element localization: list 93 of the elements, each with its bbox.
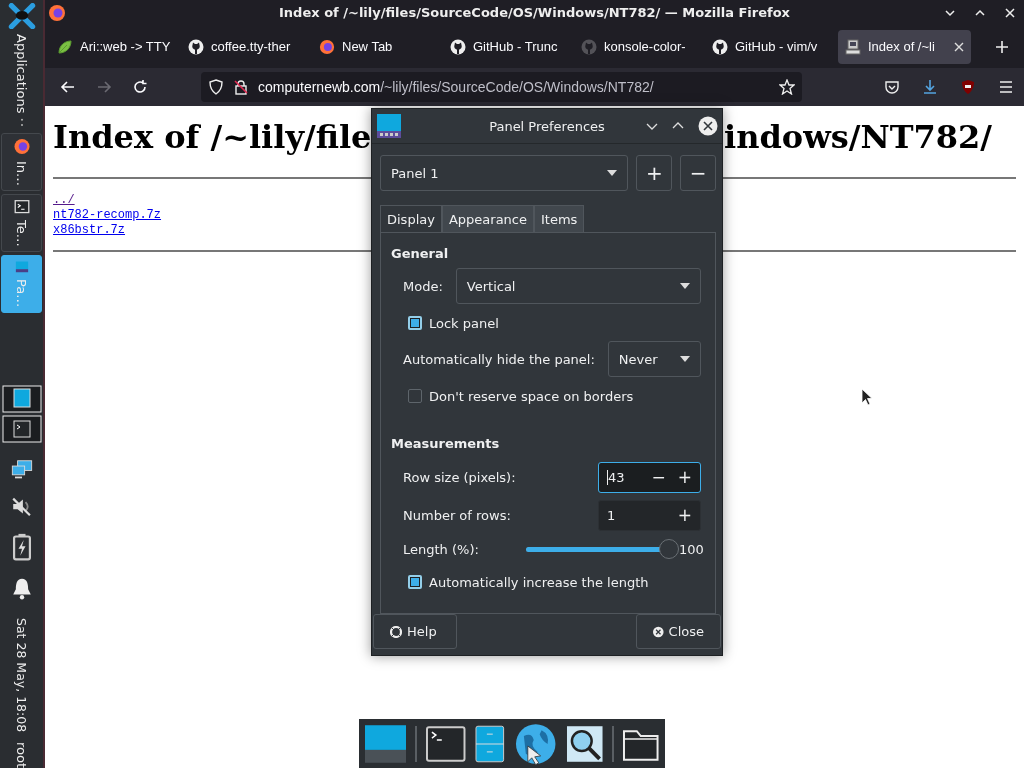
clock[interactable]: Sat 28 May, 18:08 [14, 617, 29, 732]
close-tab-icon[interactable] [954, 41, 964, 52]
checkbox[interactable] [408, 575, 422, 590]
close-icon[interactable] [698, 116, 718, 137]
desktop-icon[interactable] [365, 724, 407, 763]
field-label: Row size (pixels): [403, 469, 516, 485]
applications-menu[interactable]: Applications [14, 34, 29, 114]
window-title: Index of /~lily/files/SourceCode/OS/Windows/NT782/ — Mozilla Firefox [279, 5, 790, 20]
pocket-icon[interactable] [884, 79, 900, 95]
spin-box[interactable]: 1 + [598, 499, 701, 531]
panel-icon [377, 114, 401, 139]
dropdown[interactable]: Vertical [455, 268, 701, 305]
browser-tab[interactable]: Index of /~li [838, 29, 971, 64]
page-heading: indows/NT782/ [724, 118, 992, 156]
file-link[interactable]: x86bstr.7z [53, 223, 125, 238]
field-label: Mode: [403, 278, 443, 294]
address-bar[interactable]: computernewb.com/~lily/files/SourceCode/OS/Windows/NT782/ [201, 72, 802, 102]
computer-icon [845, 38, 861, 55]
new-tab-icon[interactable] [995, 39, 1009, 54]
task-button[interactable]: In… [1, 132, 42, 191]
menu-icon[interactable] [998, 79, 1014, 95]
dropdown-arrow-icon [680, 283, 690, 290]
dropdown-arrow-icon [680, 356, 690, 363]
battery-icon[interactable] [10, 532, 33, 561]
panel-dropdown[interactable]: Panel 1 [380, 155, 629, 192]
mouse-logo-icon[interactable] [6, 3, 37, 30]
reload-icon[interactable] [132, 79, 148, 95]
mouse-pointer-icon [861, 388, 873, 406]
help-button[interactable]: Help [373, 614, 457, 650]
back-icon[interactable] [60, 79, 76, 95]
field-label: Number of rows: [403, 507, 511, 523]
browser-tab[interactable]: Ari::web -> TTY [50, 29, 178, 64]
handle-icon [19, 117, 24, 127]
step-button[interactable]: + [677, 506, 692, 524]
section-heading: Measurements [391, 436, 501, 452]
workspace-pager[interactable] [1, 384, 42, 443]
section-heading: General [391, 246, 450, 262]
firefox-icon [12, 137, 31, 155]
step-button[interactable]: − [651, 468, 666, 486]
workspace-thumbnail-icon[interactable] [1, 384, 42, 413]
terminal-icon [12, 198, 31, 214]
dialog-tab[interactable]: Display [380, 205, 442, 233]
firefox-icon [319, 38, 335, 55]
file-link[interactable]: ../ [53, 193, 75, 208]
slider[interactable] [526, 539, 679, 560]
leaf-icon [57, 38, 73, 55]
remove-panel-button[interactable]: − [680, 155, 716, 192]
insecure-lock-icon[interactable] [233, 79, 249, 95]
close-button[interactable]: Close [636, 614, 721, 650]
dropdown[interactable]: Never [607, 341, 701, 378]
search-icon[interactable] [565, 724, 604, 763]
dialog-tab[interactable]: Appearance [441, 205, 534, 233]
checkbox[interactable] [408, 316, 422, 331]
dialog-title: Panel Preferences [489, 118, 605, 134]
url-text: computernewb.com/~lily/files/SourceCode/OS/Windows/NT782/ [258, 79, 654, 95]
browser-tab[interactable]: New Tab [312, 29, 440, 64]
firefox-icon [48, 3, 66, 22]
checkbox[interactable] [408, 389, 422, 404]
dialog-tab[interactable]: Items [534, 205, 585, 233]
terminal-icon[interactable] [426, 725, 466, 762]
star-icon[interactable] [779, 79, 795, 95]
field-label: Automatically hide the panel: [403, 351, 595, 367]
shield-extension-icon[interactable] [960, 79, 976, 95]
browser-tab[interactable]: GitHub - Trunc [443, 29, 571, 64]
globe-icon[interactable] [513, 721, 557, 766]
github-icon [188, 38, 204, 55]
step-button[interactable]: + [677, 468, 692, 486]
shield-icon[interactable] [208, 79, 224, 95]
lifebuoy-icon [390, 625, 402, 638]
file-cabinet-icon[interactable] [474, 724, 505, 763]
github-icon [581, 38, 597, 55]
workspace-thumbnail-icon[interactable] [1, 414, 42, 443]
dropdown-arrow-icon [607, 170, 618, 177]
download-icon[interactable] [922, 79, 938, 95]
browser-tab[interactable]: konsole-color- [574, 29, 702, 64]
add-panel-button[interactable]: + [636, 155, 673, 192]
page-heading: Index of /~lily/file [53, 118, 372, 156]
checkbox-label[interactable]: Automatically increase the length [429, 574, 649, 590]
file-link[interactable]: nt782-recomp.7z [53, 208, 162, 223]
field-label: Length (%): [403, 541, 479, 557]
close-icon [653, 625, 664, 638]
browser-tab[interactable]: GitHub - vim/v [705, 29, 833, 64]
github-icon [712, 38, 728, 55]
slider-handle[interactable] [659, 539, 679, 560]
spin-box[interactable]: 43 − + [598, 461, 701, 493]
checkbox-label[interactable]: Lock panel [429, 315, 499, 331]
browser-tab[interactable]: coffee.tty-ther [181, 29, 309, 64]
github-icon [450, 38, 466, 55]
close-icon[interactable] [1004, 6, 1016, 19]
user-name: root [14, 741, 29, 768]
slider-value: 100 [679, 541, 701, 557]
checkbox-label[interactable]: Don't reserve space on borders [429, 388, 634, 404]
task-button[interactable]: Te… [1, 193, 42, 252]
